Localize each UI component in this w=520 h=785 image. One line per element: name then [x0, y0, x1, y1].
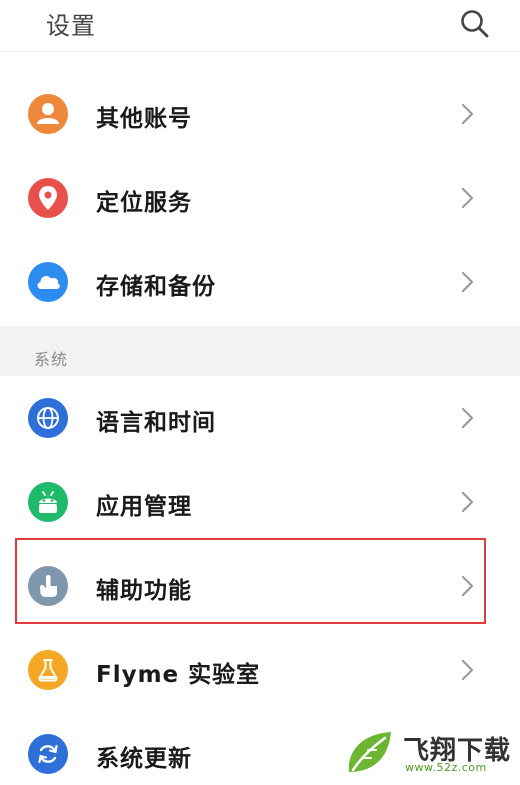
chevron-right-icon	[461, 187, 474, 209]
settings-item-label: 其他账号	[96, 106, 192, 132]
location-pin-icon	[28, 178, 68, 218]
settings-item-other-accounts[interactable]: 其他账号	[0, 72, 520, 156]
settings-item-location[interactable]: 定位服务	[0, 156, 520, 240]
app-header: 设置	[0, 0, 520, 52]
settings-item-label: 存储和备份	[96, 274, 216, 300]
settings-item-label: 语言和时间	[96, 410, 216, 436]
settings-item-label: Flyme 实验室	[96, 662, 261, 688]
hand-pointer-icon	[28, 566, 68, 606]
person-icon	[28, 94, 68, 134]
search-icon[interactable]	[458, 7, 492, 41]
section-header-system: 系统	[0, 326, 520, 376]
settings-item-storage-backup[interactable]: 存储和备份	[0, 240, 520, 324]
settings-item-label: 应用管理	[96, 494, 192, 520]
cloud-icon	[28, 262, 68, 302]
watermark-url: www.52z.com	[405, 761, 487, 774]
chevron-right-icon	[461, 575, 474, 597]
settings-item-label: 系统更新	[96, 746, 192, 772]
flask-icon	[28, 650, 68, 690]
android-icon	[28, 482, 68, 522]
page-title: 设置	[46, 12, 96, 40]
settings-item-language-time[interactable]: 语言和时间	[0, 376, 520, 460]
chevron-right-icon	[461, 271, 474, 293]
watermark-logo: 飞翔下载 www.52z.com	[343, 728, 515, 778]
chevron-right-icon	[461, 407, 474, 429]
globe-icon	[28, 398, 68, 438]
chevron-right-icon	[461, 491, 474, 513]
settings-item-app-management[interactable]: 应用管理	[0, 460, 520, 544]
settings-item-accessibility[interactable]: 辅助功能	[0, 544, 520, 628]
leaf-logo-icon	[348, 732, 391, 772]
settings-item-flyme-lab[interactable]: Flyme 实验室	[0, 628, 520, 712]
section-label: 系统	[34, 350, 69, 369]
settings-item-label: 辅助功能	[96, 578, 192, 604]
chevron-right-icon	[461, 103, 474, 125]
settings-item-label: 定位服务	[96, 190, 192, 216]
chevron-right-icon	[461, 659, 474, 681]
refresh-icon	[28, 734, 68, 774]
